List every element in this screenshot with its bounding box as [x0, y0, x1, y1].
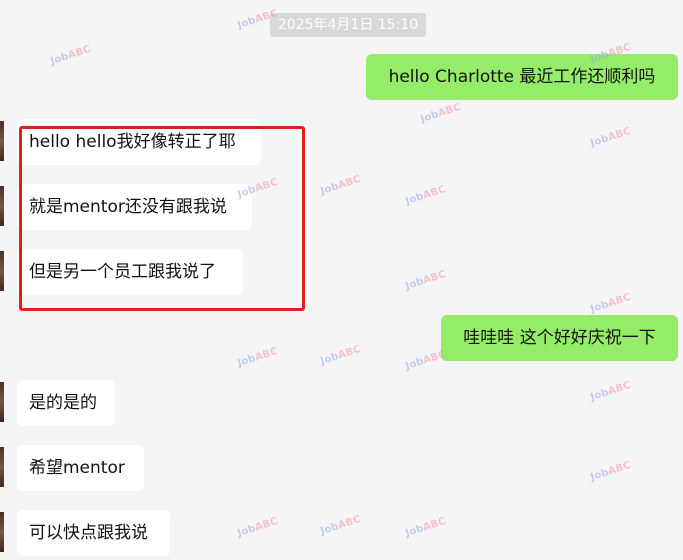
message-bubble-incoming[interactable]: 可以快点跟我说: [17, 510, 170, 556]
contact-avatar[interactable]: [0, 512, 4, 552]
watermark: JobABC: [404, 515, 448, 540]
watermark: JobABC: [589, 459, 633, 484]
watermark: JobABC: [589, 379, 633, 404]
watermark: JobABC: [319, 343, 363, 368]
contact-avatar[interactable]: [0, 251, 4, 291]
watermark: JobABC: [404, 268, 448, 293]
message-bubble-outgoing[interactable]: 哇哇哇 这个好好庆祝一下: [441, 315, 678, 361]
watermark: JobABC: [319, 513, 363, 538]
watermark: JobABC: [589, 291, 633, 316]
contact-avatar[interactable]: [0, 186, 4, 226]
contact-avatar[interactable]: [0, 447, 4, 487]
watermark: JobABC: [419, 101, 463, 126]
message-bubble-incoming[interactable]: 是的是的: [17, 380, 115, 426]
watermark: JobABC: [589, 125, 633, 150]
contact-avatar[interactable]: [0, 121, 4, 161]
watermark: JobABC: [236, 515, 280, 540]
message-bubble-incoming[interactable]: 希望mentor: [17, 445, 144, 491]
watermark: JobABC: [49, 43, 93, 68]
message-bubble-outgoing[interactable]: hello Charlotte 最近工作还顺利吗: [366, 54, 678, 100]
watermark: JobABC: [236, 345, 280, 370]
contact-avatar[interactable]: [0, 382, 4, 422]
highlight-annotation-box: [19, 126, 305, 311]
chat-window: 2025年4月1日 15:10 hello Charlotte 最近工作还顺利吗…: [0, 0, 683, 560]
watermark: JobABC: [404, 183, 448, 208]
watermark: JobABC: [319, 173, 363, 198]
watermark: JobABC: [404, 348, 448, 373]
timestamp: 2025年4月1日 15:10: [270, 13, 426, 37]
